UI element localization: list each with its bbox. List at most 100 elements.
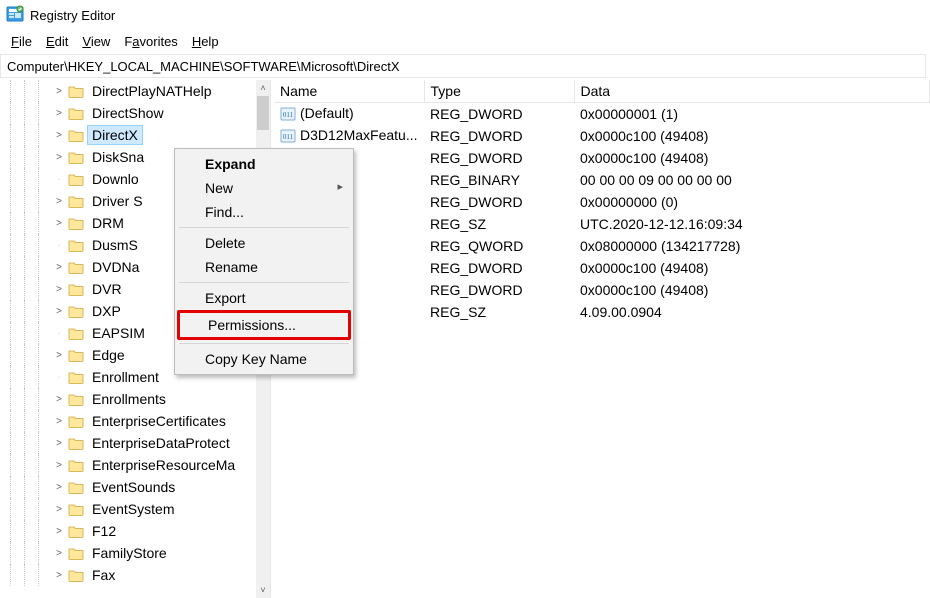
titlebar: Registry Editor — [0, 0, 930, 30]
tree-item[interactable]: >DirectX — [0, 124, 258, 146]
chevron-right-icon[interactable]: > — [52, 218, 66, 229]
cm-separator — [179, 343, 349, 344]
folder-icon — [68, 502, 84, 516]
folder-icon — [68, 150, 84, 164]
table-row[interactable]: tureLevelREG_DWORD0x0000c100 (49408) — [274, 279, 930, 301]
folder-icon — [68, 546, 84, 560]
context-menu: Expand New Find... Delete Rename Export … — [174, 148, 354, 375]
tree-item-label: Enrollment — [88, 368, 163, 386]
cm-permissions[interactable]: Permissions... — [177, 310, 351, 340]
cm-export[interactable]: Export — [177, 286, 351, 310]
chevron-right-icon[interactable]: > — [52, 526, 66, 537]
chevron-right-icon[interactable]: > — [52, 394, 66, 405]
folder-icon — [68, 348, 84, 362]
chevron-right-icon[interactable]: > — [52, 152, 66, 163]
chevron-right-icon[interactable]: > — [52, 482, 66, 493]
chevron-right-icon[interactable]: > — [52, 130, 66, 141]
table-row[interactable]: 011(Default)REG_DWORD0x00000001 (1) — [274, 103, 930, 125]
chevron-right-icon[interactable]: > — [52, 570, 66, 581]
folder-icon — [68, 326, 84, 340]
cm-delete[interactable]: Delete — [177, 231, 351, 255]
main: >DirectPlayNATHelp>DirectShow>DirectX>Di… — [0, 80, 930, 598]
address-bar[interactable]: Computer\HKEY_LOCAL_MACHINE\SOFTWARE\Mic… — [0, 54, 926, 78]
folder-icon — [68, 414, 84, 428]
table-row[interactable]: MinFeatur...REG_DWORD0x0000c100 (49408) — [274, 147, 930, 169]
chevron-right-icon[interactable]: > — [52, 86, 66, 97]
chevron-right-icon[interactable]: > — [52, 350, 66, 361]
value-type: REG_SZ — [424, 301, 574, 323]
chevron-right-icon[interactable]: > — [52, 306, 66, 317]
cm-copy-key-name[interactable]: Copy Key Name — [177, 347, 351, 371]
table-row[interactable]: tureLevelREG_DWORD0x0000c100 (49408) — [274, 257, 930, 279]
folder-icon — [68, 106, 84, 120]
chevron-right-icon[interactable]: > — [52, 548, 66, 559]
tree-item[interactable]: >EnterpriseDataProtect — [0, 432, 258, 454]
scroll-thumb[interactable] — [257, 96, 269, 130]
tree-item[interactable]: >EventSystem — [0, 498, 258, 520]
cm-new[interactable]: New — [177, 176, 351, 200]
chevron-right-icon[interactable]: > — [52, 416, 66, 427]
cm-expand[interactable]: Expand — [177, 152, 351, 176]
value-data: 0x0000c100 (49408) — [574, 257, 930, 279]
tree-item-label: Driver S — [88, 192, 147, 210]
chevron-right-icon[interactable]: > — [52, 504, 66, 515]
chevron-right-icon[interactable]: > — [52, 284, 66, 295]
tree-item[interactable]: >DirectPlayNATHelp — [0, 80, 258, 102]
chevron-right-icon[interactable]: > — [52, 196, 66, 207]
dword-icon: 011 — [280, 128, 296, 144]
value-data: 0x00000000 (0) — [574, 191, 930, 213]
tree-item-label: EnterpriseCertificates — [88, 412, 230, 430]
column-header-data[interactable]: Data — [574, 80, 930, 103]
tree-item[interactable]: > EnterpriseCertificates — [0, 410, 258, 432]
folder-icon — [68, 436, 84, 450]
tree-item-label: DRM — [88, 214, 128, 232]
column-header-type[interactable]: Type — [424, 80, 574, 103]
tree-item[interactable]: >F12 — [0, 520, 258, 542]
cm-rename[interactable]: Rename — [177, 255, 351, 279]
table-row[interactable]: 011D3D12MaxFeatu...REG_DWORD0x0000c100 (… — [274, 125, 930, 147]
scroll-down-button[interactable]: ˅ — [256, 582, 270, 598]
menubar: File Edit View Favorites Help — [0, 30, 930, 52]
tree-item[interactable]: >FamilyStore — [0, 542, 258, 564]
table-row[interactable]: dicatedVi...REG_QWORD0x08000000 (1342177… — [274, 235, 930, 257]
tree-item[interactable]: >EnterpriseResourceMa — [0, 454, 258, 476]
chevron-right-icon[interactable]: > — [52, 438, 66, 449]
cm-find[interactable]: Find... — [177, 200, 351, 224]
folder-icon — [68, 370, 84, 384]
menu-view[interactable]: View — [75, 33, 117, 50]
menu-edit[interactable]: Edit — [39, 33, 75, 50]
value-data: 0x0000c100 (49408) — [574, 147, 930, 169]
dword-icon: 011 — [280, 106, 296, 122]
tree-item[interactable]: >DirectShow — [0, 102, 258, 124]
folder-icon — [68, 392, 84, 406]
values-table: Name Type Data 011(Default)REG_DWORD0x00… — [274, 80, 930, 323]
chevron-right-icon[interactable]: > — [52, 262, 66, 273]
tree-item[interactable]: >Enrollments — [0, 388, 258, 410]
svg-text:011: 011 — [283, 111, 294, 119]
column-header-name[interactable]: Name — [274, 80, 424, 103]
tree-item-label: EventSounds — [88, 478, 179, 496]
table-row[interactable]: REG_SZ4.09.00.0904 — [274, 301, 930, 323]
window-title: Registry Editor — [30, 8, 115, 23]
value-type: REG_DWORD — [424, 103, 574, 125]
folder-icon — [68, 458, 84, 472]
table-row[interactable]: laterStart...REG_DWORD0x00000000 (0) — [274, 191, 930, 213]
table-row[interactable]: laterStart...REG_SZUTC.2020-12-12.16:09:… — [274, 213, 930, 235]
chevron-right-icon[interactable]: > — [52, 108, 66, 119]
menu-help[interactable]: Help — [185, 33, 226, 50]
value-data: 0x08000000 (134217728) — [574, 235, 930, 257]
tree-item-label: EAPSIM — [88, 324, 149, 342]
tree-item[interactable]: > EventSounds — [0, 476, 258, 498]
tree-item-label: DiskSna — [88, 148, 148, 166]
tree-item[interactable]: >Fax — [0, 564, 258, 586]
table-row[interactable]: dVersionREG_BINARY00 00 00 09 00 00 00 0… — [274, 169, 930, 191]
value-name: (Default) — [300, 105, 354, 121]
value-name-cell: 011D3D12MaxFeatu... — [274, 125, 424, 147]
folder-icon — [68, 238, 84, 252]
folder-icon — [68, 128, 84, 142]
chevron-right-icon[interactable]: > — [52, 460, 66, 471]
menu-file[interactable]: File — [4, 33, 39, 50]
scroll-up-button[interactable]: ˄ — [256, 80, 270, 96]
values-pane: Name Type Data 011(Default)REG_DWORD0x00… — [274, 80, 930, 598]
menu-favorites[interactable]: Favorites — [117, 33, 184, 50]
